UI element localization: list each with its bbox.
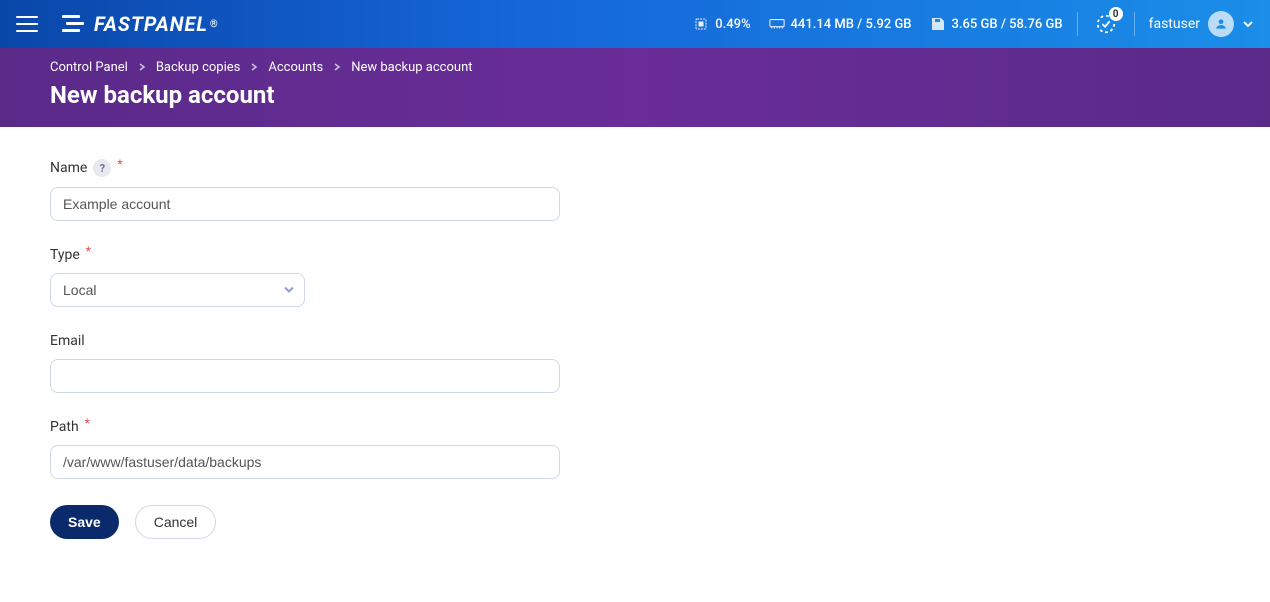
chevron-down-icon [1242,18,1254,30]
cpu-stat: 0.49% [693,16,750,32]
form-group-path: Path * [50,419,1220,479]
disk-value: 3.65 GB / 58.76 GB [952,17,1063,32]
page-header: Control Panel Backup copies Accounts New… [0,48,1270,127]
email-label: Email [50,333,85,349]
path-label: Path [50,419,79,435]
user-menu[interactable]: fastuser [1149,11,1254,37]
brand-logo[interactable]: FASTPANEL ® [62,12,219,36]
chevron-right-icon [333,60,341,75]
cpu-value: 0.49% [715,17,750,32]
user-icon [1214,17,1228,31]
breadcrumb-item[interactable]: Accounts [268,60,323,75]
system-stats: 0.49% 441.14 MB / 5.92 GB 3.65 GB / 58.7… [693,16,1062,32]
brand-mark-icon [62,15,88,33]
divider [1077,12,1078,36]
disk-icon [930,16,946,32]
ram-stat: 441.14 MB / 5.92 GB [769,16,912,32]
type-select[interactable] [50,273,305,307]
notifications-button[interactable]: 0 [1092,10,1120,38]
form-group-email: Email [50,333,1220,393]
breadcrumb-item-current: New backup account [351,60,472,75]
form-container: Name ? * Type * Email Path * Save [0,127,1270,571]
required-mark: * [117,157,122,171]
divider [1134,12,1135,36]
required-mark: * [86,244,91,258]
chevron-right-icon [250,60,258,75]
name-input[interactable] [50,187,560,221]
avatar [1208,11,1234,37]
disk-stat: 3.65 GB / 58.76 GB [930,16,1063,32]
name-label: Name [50,160,87,176]
menu-icon[interactable] [16,16,38,32]
chevron-right-icon [138,60,146,75]
cpu-icon [693,16,709,32]
page-title: New backup account [50,81,1220,109]
ram-value: 441.14 MB / 5.92 GB [791,17,912,32]
topbar: FASTPANEL ® 0.49% 441.14 MB / 5.92 GB 3.… [0,0,1270,48]
breadcrumb: Control Panel Backup copies Accounts New… [50,60,1220,75]
brand-reg-icon: ® [210,19,219,30]
required-mark: * [85,416,90,430]
brand-text: FASTPANEL [94,12,208,36]
form-group-name: Name ? * [50,159,1220,221]
breadcrumb-item[interactable]: Backup copies [156,60,241,75]
notif-badge: 0 [1109,7,1123,21]
type-label: Type [50,247,80,263]
save-button[interactable]: Save [50,505,119,539]
ram-icon [769,16,785,32]
cancel-button[interactable]: Cancel [135,505,217,539]
path-input[interactable] [50,445,560,479]
username: fastuser [1149,16,1200,32]
form-group-type: Type * [50,247,1220,307]
breadcrumb-item[interactable]: Control Panel [50,60,128,75]
form-actions: Save Cancel [50,505,1220,539]
help-icon[interactable]: ? [93,159,111,177]
email-input[interactable] [50,359,560,393]
